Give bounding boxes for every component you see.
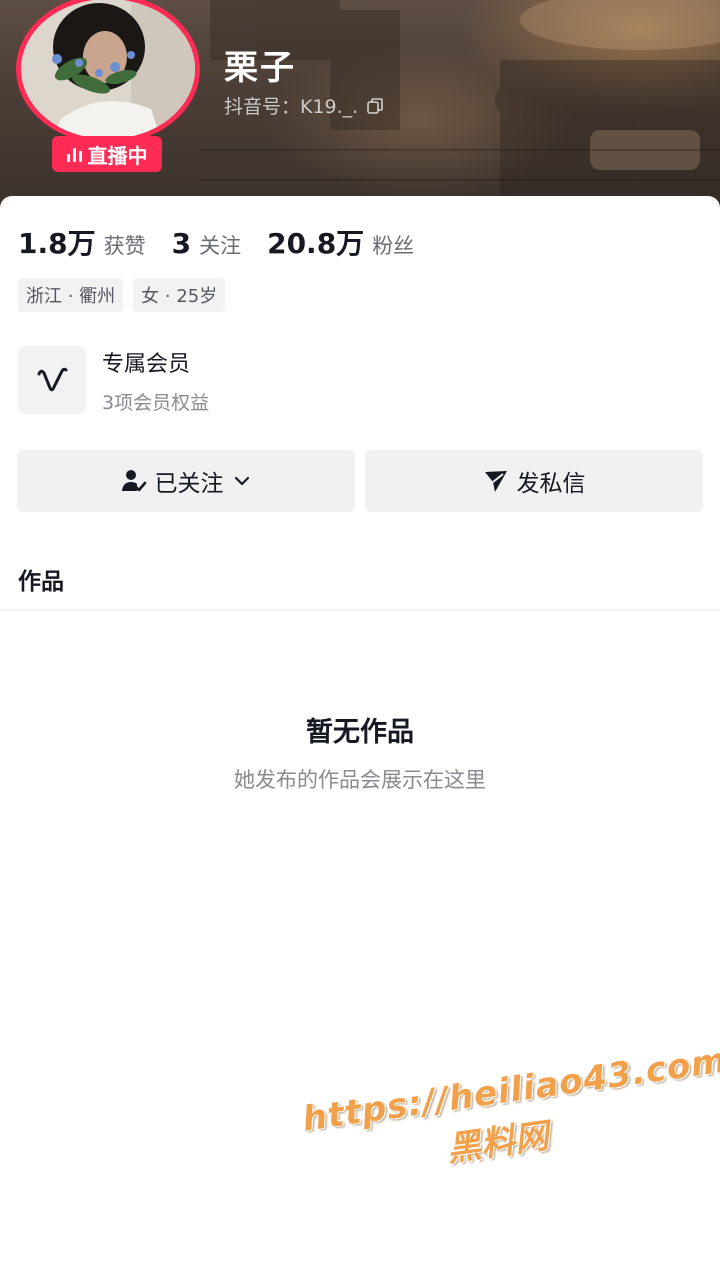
live-bars-icon — [66, 146, 82, 162]
member-title: 专属会员 — [102, 351, 191, 377]
user-check-icon — [121, 470, 146, 492]
profile-nickname: 栗子 — [224, 48, 296, 88]
profile-banner: 直播中 栗子 抖音号：K19._. — [0, 0, 720, 215]
profile-stats: 1.8万 获赞 3 关注 20.8万 粉丝 — [18, 222, 414, 262]
profile-actions: 已关注 发私信 — [17, 450, 703, 512]
profile-tags: 浙江 · 衢州 女 · 25岁 — [18, 278, 226, 312]
avatar[interactable] — [16, 0, 200, 144]
message-button[interactable]: 发私信 — [365, 450, 703, 512]
stat-value: 20.8万 — [267, 227, 365, 260]
stat-likes[interactable]: 1.8万 获赞 — [18, 222, 146, 262]
message-button-label: 发私信 — [516, 471, 586, 497]
following-button[interactable]: 已关注 — [17, 450, 355, 512]
following-button-label: 已关注 — [154, 471, 224, 497]
copy-icon[interactable] — [366, 97, 384, 115]
stat-label: 获赞 — [103, 234, 146, 258]
stat-value: 1.8万 — [18, 227, 96, 260]
stat-followers[interactable]: 20.8万 粉丝 — [267, 222, 414, 262]
live-badge[interactable]: 直播中 — [52, 136, 162, 172]
empty-state-title: 暂无作品 — [306, 717, 414, 748]
live-badge-label: 直播中 — [87, 143, 148, 168]
tab-divider — [0, 609, 720, 611]
location-tag: 浙江 · 衢州 — [18, 278, 124, 312]
chevron-down-icon — [234, 476, 249, 486]
gender-age-tag: 女 · 25岁 — [133, 278, 226, 312]
profile-page: 直播中 栗子 抖音号：K19._. 1.8万 获赞 3 关注 20.8万 粉丝 — [0, 0, 720, 1280]
empty-state-subtitle: 她发布的作品会展示在这里 — [234, 768, 486, 792]
send-icon — [484, 471, 507, 492]
douyin-id[interactable]: 抖音号：K19._. — [224, 92, 384, 119]
member-subtitle: 3项会员权益 — [102, 391, 210, 414]
stat-label: 粉丝 — [372, 234, 415, 258]
stat-following[interactable]: 3 关注 — [172, 227, 241, 260]
v-member-icon — [37, 367, 68, 392]
membership-entry[interactable]: 专属会员 3项会员权益 — [18, 346, 209, 414]
stat-label: 关注 — [199, 234, 242, 258]
member-icon-box — [18, 346, 86, 414]
stat-value: 3 — [171, 227, 192, 260]
avatar-image — [21, 0, 195, 139]
tab-works[interactable]: 作品 — [18, 562, 64, 596]
douyin-id-text: 抖音号：K19._. — [224, 96, 359, 118]
member-text: 专属会员 3项会员权益 — [102, 346, 209, 415]
